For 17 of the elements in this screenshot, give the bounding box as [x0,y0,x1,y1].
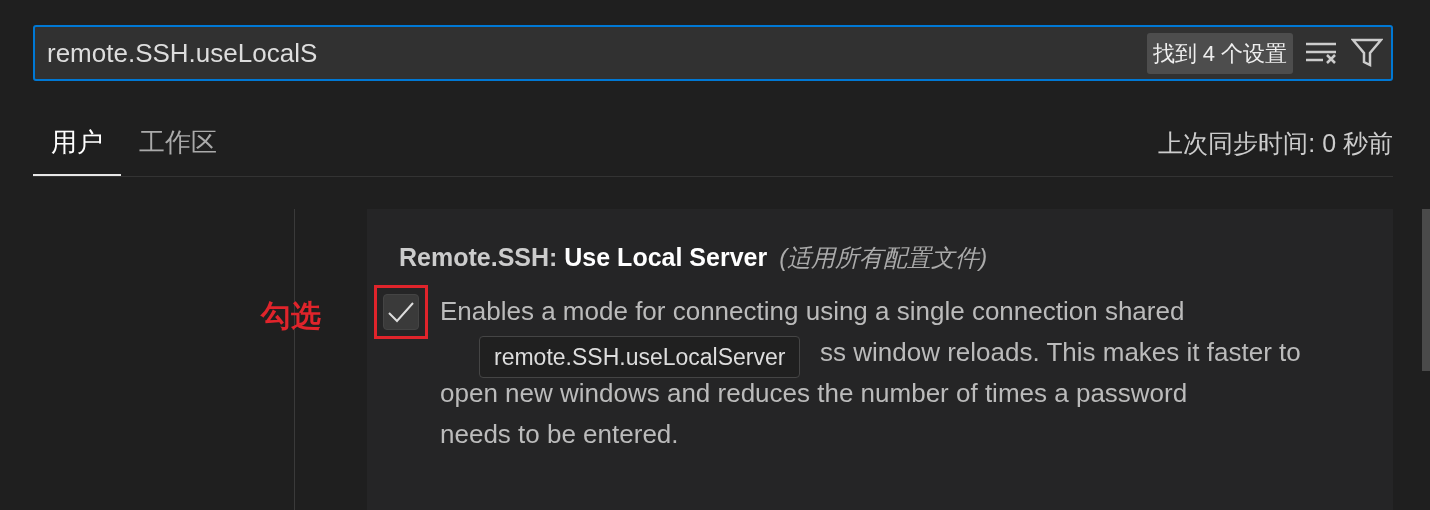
search-input[interactable]: remote.SSH.useLocalS [47,33,1135,73]
tab[interactable]: 工作区 [121,111,235,176]
sync-status: 上次同步时间: 0 秒前 [1158,127,1393,159]
description-line: Enables a mode for connecting using a single connection shared [440,294,1186,328]
description-line: open new windows and reduces the number of times a password [440,376,1189,410]
search-field[interactable]: remote.SSH.useLocalS 找到 4 个设置 [33,25,1393,81]
tab[interactable]: 用户 [33,111,121,176]
clear-filter-icon[interactable] [1305,40,1339,66]
checkbox[interactable] [383,293,419,330]
description-line: needs to be entered. [440,417,680,451]
description-line: ss window reloads. This makes it faster to [820,335,1301,369]
scrollbar[interactable] [1422,209,1430,371]
result-count: 找到 4 个设置 [1146,32,1293,74]
annotation-label: 勾选 [261,297,321,334]
filter-icon[interactable] [1351,38,1383,68]
setting-title: Remote.SSH: Use Local Server (适用所有配置文件) [399,242,989,273]
tooltip: remote.SSH.useLocalServer [479,335,801,378]
